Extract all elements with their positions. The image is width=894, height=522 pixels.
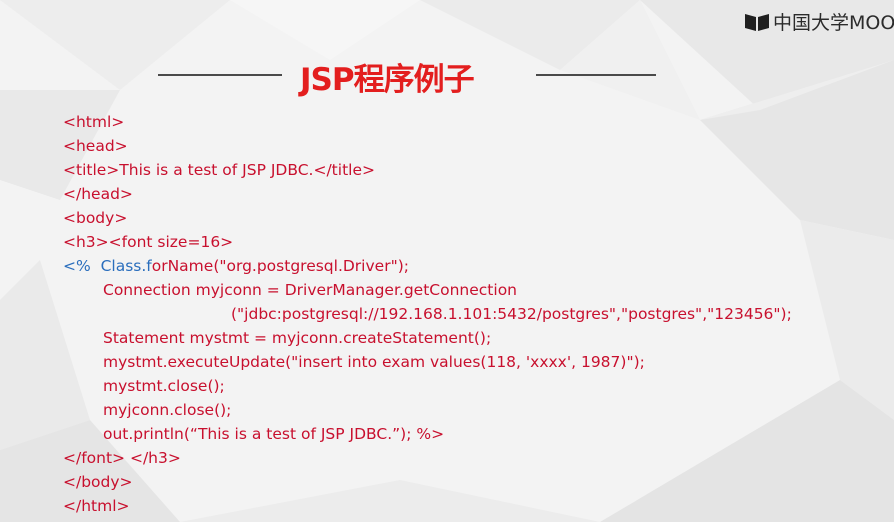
- code-line: </font> </h3>: [63, 449, 181, 467]
- code-line: myjconn.close();: [103, 401, 232, 419]
- slide-title: JSP程序例子: [300, 62, 475, 98]
- mooc-book-icon: [745, 13, 769, 31]
- title-divider-left: [158, 74, 282, 76]
- code-line: Statement mystmt = myjconn.createStateme…: [103, 329, 492, 347]
- code-line: ("jdbc:postgresql://192.168.1.101:5432/p…: [231, 305, 792, 323]
- code-line: <% Class.forName("org.postgresql.Driver"…: [63, 255, 409, 278]
- mooc-watermark: 中国大学MOOC: [744, 8, 894, 35]
- title-divider-right: [536, 74, 656, 76]
- code-line: <body>: [63, 209, 128, 227]
- code-line: out.println(“This is a test of JSP JDBC.…: [103, 425, 445, 443]
- code-line: </html>: [63, 497, 130, 515]
- code-line: mystmt.close();: [103, 377, 225, 395]
- code-text: orName("org.postgresql.Driver");: [151, 257, 409, 275]
- code-keyword: <% Class.f: [63, 257, 152, 275]
- code-line: Connection myjconn = DriverManager.getCo…: [103, 281, 517, 299]
- code-line: <html>: [63, 113, 125, 131]
- code-line: mystmt.executeUpdate("insert into exam v…: [103, 353, 645, 371]
- slide-title-row: JSP程序例子: [0, 52, 894, 102]
- mooc-watermark-text: 中国大学MOOC: [773, 12, 894, 34]
- code-line: <head>: [63, 137, 128, 155]
- code-line: </head>: [63, 185, 133, 203]
- code-line: </body>: [63, 473, 133, 491]
- code-line: <title>This is a test of JSP JDBC.</titl…: [63, 161, 375, 179]
- code-line: <h3><font size=16>: [63, 233, 234, 251]
